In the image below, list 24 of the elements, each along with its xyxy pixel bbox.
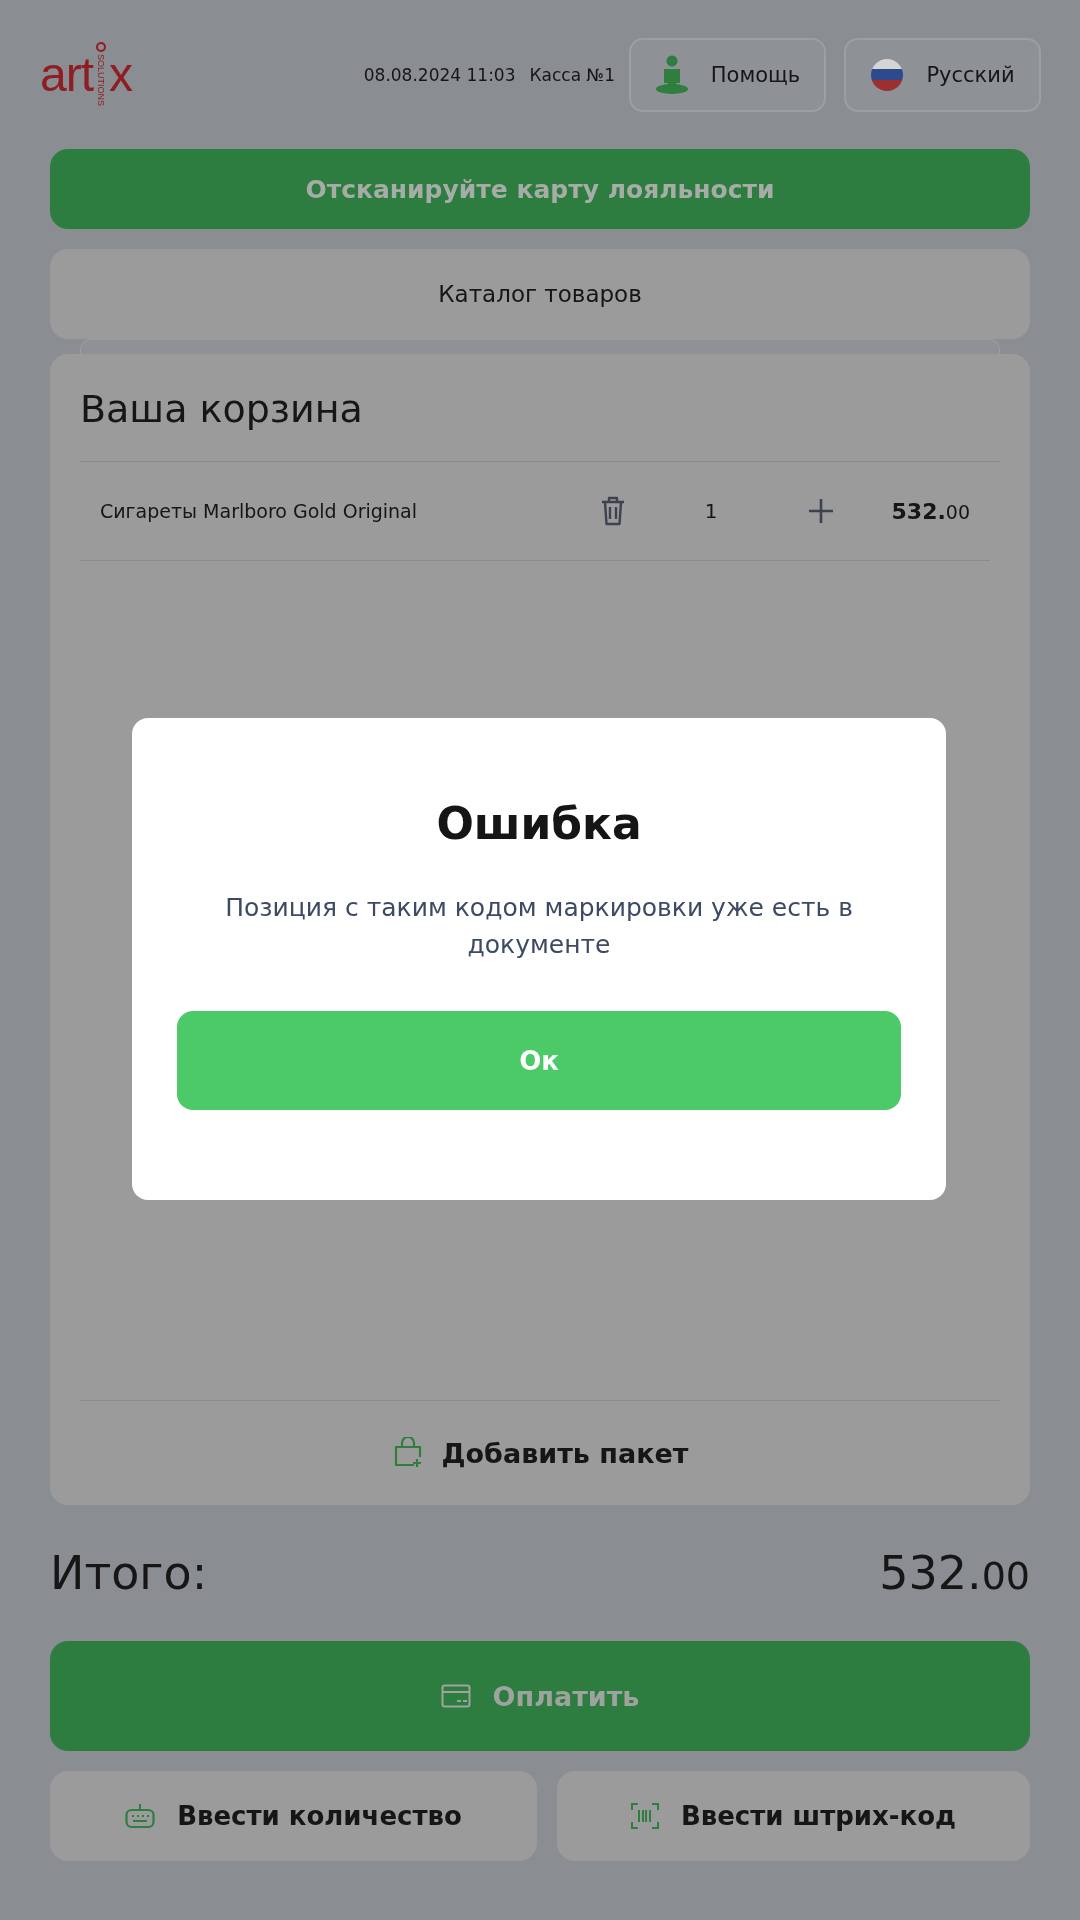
flag-icon bbox=[870, 57, 905, 92]
person-icon bbox=[654, 54, 689, 95]
barcode-icon bbox=[630, 1803, 659, 1829]
dialog-message: Позиция с таким кодом маркировки уже есть в документе bbox=[224, 892, 854, 961]
trash-icon[interactable] bbox=[600, 496, 626, 526]
language-button[interactable]: Русский bbox=[844, 37, 1041, 112]
help-button[interactable]: Помощь bbox=[629, 37, 826, 112]
quantity-button[interactable]: Ввести количество bbox=[50, 1771, 537, 1861]
logo: art SOLUTIONS x bbox=[40, 34, 160, 115]
total-amount: 532.00 bbox=[879, 1546, 1030, 1600]
keyboard-icon bbox=[125, 1803, 156, 1829]
plus-icon[interactable] bbox=[808, 498, 834, 524]
item-price: 532.00 bbox=[891, 498, 970, 524]
total-label: Итого: bbox=[50, 1546, 208, 1600]
date-time: 08.08.2024 11:03 bbox=[363, 64, 516, 85]
barcode-button[interactable]: Ввести штрих-код bbox=[557, 1771, 1030, 1861]
card-icon bbox=[440, 1684, 471, 1708]
register-label: Касса №1 bbox=[529, 64, 615, 85]
catalog-button[interactable]: Каталог товаров bbox=[50, 249, 1030, 339]
item-quantity: 1 bbox=[703, 499, 719, 523]
add-bag-button[interactable]: Добавить пакет bbox=[80, 1401, 1000, 1505]
cart-title: Ваша корзина bbox=[80, 354, 1000, 462]
item-name: Сигареты Marlboro Gold Original bbox=[100, 500, 419, 522]
dialog-title: Ошибка bbox=[436, 798, 642, 849]
